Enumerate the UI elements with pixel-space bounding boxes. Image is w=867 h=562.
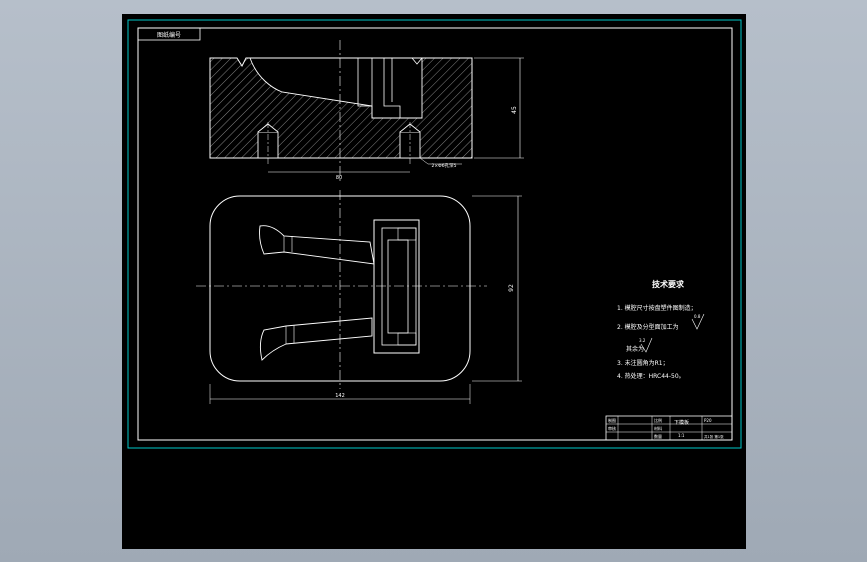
tech-title: 技术要求 <box>652 279 685 289</box>
plan-height-dimension: 92 <box>508 284 515 292</box>
tech-item-2b: 其余为 <box>626 345 644 353</box>
roughness-value-2: 3.2 <box>639 338 646 343</box>
tb-material: P20 <box>704 418 712 423</box>
height-dimension: 45 <box>511 106 518 114</box>
hole-label: 2×Φ6孔深5 <box>432 162 457 169</box>
drawing-number-label: 图纸编号 <box>157 31 181 39</box>
cad-drawing: 图纸编号 45 2×Φ6孔深5 80 142 92 技术要求 1. 模腔尺寸按盘… <box>127 19 742 449</box>
drawing-number-box: 图纸编号 <box>137 27 201 41</box>
tb-cell-0: 制图 <box>608 417 616 423</box>
cad-viewport[interactable]: 图纸编号 45 2×Φ6孔深5 80 142 92 技术要求 1. 模腔尺寸按盘… <box>122 14 746 549</box>
tech-item-3: 3. 未注圆角为R1； <box>617 359 669 367</box>
tech-item-4: 4. 热处理：HRC44-50。 <box>617 372 685 380</box>
center-distance: 80 <box>336 175 342 181</box>
tb-sheet: 共1张 第1张 <box>704 434 724 439</box>
plan-view: 142 92 <box>196 190 522 404</box>
tech-item-1: 1. 模腔尺寸按盘塑件图制造； <box>617 304 697 312</box>
tb-cell-2: 比例 <box>654 417 662 423</box>
width-dimension: 142 <box>335 393 345 399</box>
tech-requirements: 技术要求 1. 模腔尺寸按盘塑件图制造； 2. 模腔及分型面加工为 0.8 其余… <box>617 279 705 380</box>
roughness-value-1: 0.8 <box>694 314 701 319</box>
section-view: 45 2×Φ6孔深5 80 <box>209 40 524 184</box>
tech-item-2: 2. 模腔及分型面加工为 <box>617 323 679 331</box>
tb-cell-3: 材料 <box>654 425 662 431</box>
tb-cell-1: 审核 <box>608 425 616 431</box>
tb-part-name: 下模板 <box>674 419 689 426</box>
tb-cell-4: 数量 <box>654 433 662 439</box>
tb-scale: 1:1 <box>678 433 685 438</box>
title-block: 制图 审核 比例 材料 数量 下模板 1:1 P20 共1张 第1张 <box>605 415 733 441</box>
